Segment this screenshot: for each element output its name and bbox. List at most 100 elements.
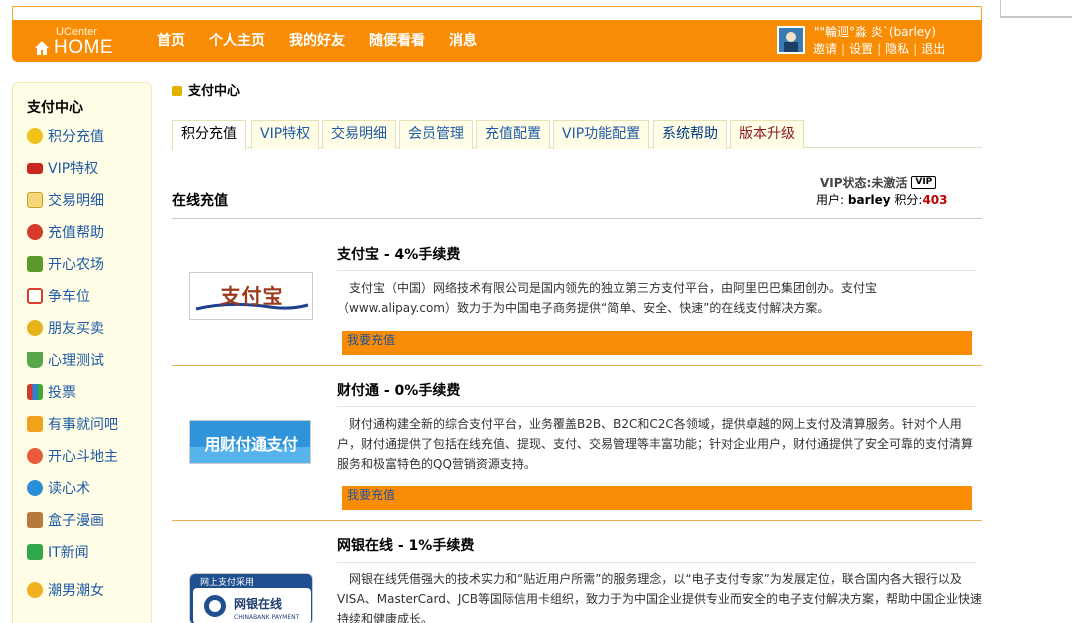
sidebar-item-label: 潮男潮女 <box>48 583 104 599</box>
nav-browse[interactable]: 随便看看 <box>369 20 425 62</box>
news-icon <box>27 544 43 560</box>
divider: | <box>841 42 846 56</box>
divider <box>172 218 982 219</box>
tab-system-help[interactable]: 系统帮助 <box>653 120 727 149</box>
chinabank-logo-text: 网银在线 <box>234 596 282 611</box>
sidebar-item-label: 盒子漫画 <box>48 513 104 529</box>
sidebar-item-farm[interactable]: 开心农场 <box>27 253 104 275</box>
sidebar: 支付中心 积分充值 VIP特权 交易明细 充值帮助 开心农场 争车位 朋友买卖 … <box>12 82 152 623</box>
sidebar-title: 支付中心 <box>27 100 83 116</box>
divider <box>172 365 982 366</box>
tab-members[interactable]: 会员管理 <box>399 120 473 149</box>
tab-points-recharge[interactable]: 积分充值 <box>172 120 246 150</box>
tenpay-recharge-button[interactable]: 我要充值 <box>342 486 972 510</box>
tab-transactions[interactable]: 交易明细 <box>322 120 396 149</box>
alipay-description: 支付宝（中国）网络技术有限公司是国内领先的独立第三方支付平台，由阿里巴巴集团创办… <box>337 281 878 315</box>
sidebar-item-label: 交易明细 <box>48 193 104 209</box>
user-display-name[interactable]: ""輪迴°淼 炎`(barley) <box>814 23 936 40</box>
sidebar-item-fashion[interactable]: 潮男潮女 <box>27 579 104 601</box>
coin-icon <box>172 85 182 96</box>
tenpay-logo-text: 用财付通支付 <box>204 435 298 454</box>
privacy-link[interactable]: 隐私 <box>885 42 909 56</box>
cards-icon <box>27 448 43 464</box>
sidebar-item-comic[interactable]: 盒子漫画 <box>27 509 104 531</box>
section-title: 在线充值 <box>172 193 228 209</box>
tab-recharge-config[interactable]: 充值配置 <box>476 120 550 149</box>
sidebar-item-friend-trade[interactable]: 朋友买卖 <box>27 317 104 339</box>
sidebar-item-psych-test[interactable]: 心理测试 <box>27 349 104 371</box>
header-bar: UCenter HOME 首页 个人主页 我的好友 随便看看 消息 ""輪迴°淼… <box>12 20 982 62</box>
divider <box>337 270 977 271</box>
sidebar-item-transactions[interactable]: 交易明细 <box>27 189 104 211</box>
chinabank-logo-subtitle: CHINABANK PAYMENT <box>234 614 300 621</box>
tab-bar: 积分充值 VIP特权 交易明细 会员管理 充值配置 VIP功能配置 系统帮助 版… <box>172 118 982 150</box>
sidebar-item-label: 开心农场 <box>48 257 104 273</box>
mind-icon <box>27 480 43 496</box>
avatar[interactable] <box>777 26 805 54</box>
alipay-logo-text: 支付宝 <box>221 284 284 308</box>
divider <box>337 562 977 563</box>
ledger-icon <box>27 192 43 208</box>
help-icon <box>27 224 43 240</box>
user-score: 用户: barley 积分:403 <box>816 191 948 208</box>
logo-title: HOME <box>54 37 113 58</box>
vip-status-text: VIP状态:未激活 <box>820 176 908 190</box>
alipay-logo-image: 支付宝 <box>190 273 312 319</box>
farm-icon <box>27 256 43 272</box>
chinabank-logo-image: 网上支付采用 网银在线 CHINABANK PAYMENT <box>190 574 312 623</box>
invite-link[interactable]: 邀请 <box>813 42 837 56</box>
sidebar-item-ask[interactable]: 有事就问吧 <box>27 413 118 435</box>
sidebar-item-mind-reading[interactable]: 读心术 <box>27 477 90 499</box>
sidebar-item-label: 心理测试 <box>48 353 104 369</box>
tenpay-logo[interactable]: 用财付通支付 <box>189 420 311 464</box>
sidebar-item-landlord[interactable]: 开心斗地主 <box>27 445 118 467</box>
alipay-logo[interactable]: 支付宝 <box>189 272 313 320</box>
trade-icon <box>27 320 43 336</box>
sidebar-item-vip[interactable]: VIP特权 <box>27 157 98 179</box>
chinabank-logo-caption: 网上支付采用 <box>200 576 254 588</box>
chinabank-logo[interactable]: 网上支付采用 网银在线 CHINABANK PAYMENT <box>189 573 313 623</box>
logout-link[interactable]: 退出 <box>921 42 945 56</box>
sidebar-item-label: 有事就问吧 <box>48 417 118 433</box>
chinabank-fee: - 1%手续费 <box>393 538 475 554</box>
sidebar-item-label: 开心斗地主 <box>48 449 118 465</box>
tenpay-title: 财付通 - 0%手续费 <box>337 380 460 400</box>
tab-upgrade[interactable]: 版本升级 <box>730 120 804 149</box>
divider <box>172 520 982 521</box>
chinabank-title: 网银在线 - 1%手续费 <box>337 535 474 555</box>
user-value: barley <box>847 193 891 207</box>
alipay-name: 支付宝 <box>337 247 379 263</box>
comic-icon <box>27 512 43 528</box>
flask-icon <box>27 352 43 368</box>
settings-link[interactable]: 设置 <box>849 42 873 56</box>
chinabank-name: 网银在线 <box>337 538 393 554</box>
nav-profile[interactable]: 个人主页 <box>209 20 265 62</box>
vip-status: VIP状态:未激活 VIP <box>820 174 937 191</box>
nav-home[interactable]: 首页 <box>157 20 185 62</box>
tab-vip[interactable]: VIP特权 <box>251 120 320 149</box>
score-value: 403 <box>922 193 948 207</box>
sidebar-item-it-news[interactable]: IT新闻 <box>27 541 89 563</box>
chinabank-description: 网银在线凭借强大的技术实力和“贴近用户所需”的服务理念，以“电子支付专家”为发展… <box>337 572 983 623</box>
divider: | <box>877 42 882 56</box>
question-icon <box>27 416 43 432</box>
sidebar-item-parking[interactable]: 争车位 <box>27 285 90 307</box>
tenpay-description: 财付通构建全新的综合支付平台，业务覆盖B2B、B2C和C2C各领域，提供卓越的网… <box>337 417 974 471</box>
tenpay-name: 财付通 <box>337 383 379 399</box>
sidebar-item-recharge-help[interactable]: 充值帮助 <box>27 221 104 243</box>
nav-messages[interactable]: 消息 <box>449 20 477 62</box>
coins-icon <box>27 128 43 144</box>
divider: | <box>913 42 918 56</box>
tab-vip-config[interactable]: VIP功能配置 <box>553 120 650 149</box>
tenpay-logo-image: 用财付通支付 <box>190 421 310 463</box>
vip-icon <box>27 162 43 174</box>
sidebar-item-vote[interactable]: 投票 <box>27 381 76 403</box>
score-label: 积分: <box>894 193 923 207</box>
vip-badge: VIP <box>911 176 937 189</box>
alipay-recharge-button[interactable]: 我要充值 <box>342 331 972 355</box>
sidebar-item-label: 读心术 <box>48 481 90 497</box>
sidebar-item-label: 朋友买卖 <box>48 321 104 337</box>
nav-friends[interactable]: 我的好友 <box>289 20 345 62</box>
parking-icon <box>27 288 43 304</box>
sidebar-item-points-recharge[interactable]: 积分充值 <box>27 125 104 147</box>
